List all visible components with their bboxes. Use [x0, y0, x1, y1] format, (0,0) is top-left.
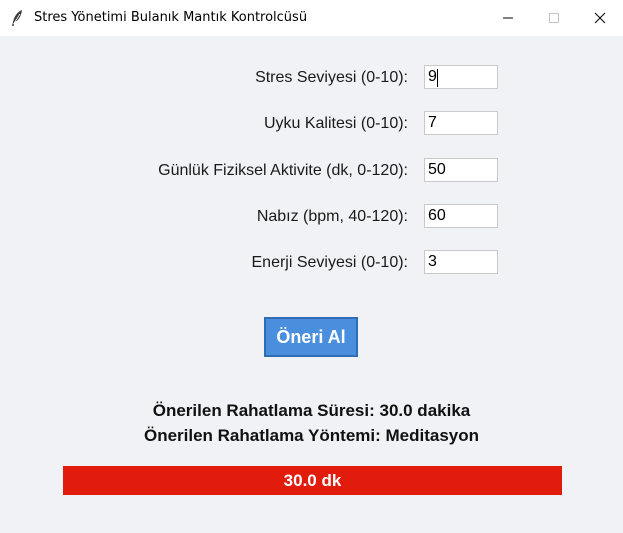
field-energy-level: Enerji Seviyesi (0-10):: [0, 250, 623, 276]
field-label: Günlük Fiziksel Aktivite (dk, 0-120):: [158, 162, 408, 179]
energy-level-input[interactable]: [424, 250, 498, 274]
maximize-button[interactable]: [531, 0, 577, 36]
main-panel: Stres Seviyesi (0-10): Uyku Kalitesi (0-…: [0, 36, 623, 533]
field-physical-activity: Günlük Fiziksel Aktivite (dk, 0-120):: [0, 158, 623, 184]
field-sleep-quality: Uyku Kalitesi (0-10):: [0, 111, 623, 137]
field-heart-rate: Nabız (bpm, 40-120):: [0, 204, 623, 230]
feather-icon: [9, 9, 25, 27]
recommended-method-text: Önerilen Rahatlama Yöntemi: Meditasyon: [143, 426, 480, 445]
sleep-quality-input[interactable]: [424, 111, 498, 135]
field-label: Stres Seviyesi (0-10):: [255, 69, 408, 86]
stress-level-input[interactable]: [424, 65, 498, 89]
heart-rate-input[interactable]: [424, 204, 498, 228]
close-button[interactable]: [577, 0, 623, 36]
physical-activity-input[interactable]: [424, 158, 498, 182]
minimize-icon: [502, 12, 514, 24]
duration-bar: 30.0 dk: [63, 466, 562, 495]
get-recommendation-button[interactable]: Öneri Al: [264, 317, 358, 357]
recommended-duration-text: Önerilen Rahatlama Süresi: 30.0 dakika: [152, 401, 471, 420]
field-label: Enerji Seviyesi (0-10):: [251, 254, 409, 271]
field-label: Uyku Kalitesi (0-10):: [263, 115, 408, 132]
duration-bar-label: 30.0 dk: [283, 470, 342, 490]
title-bar: Stres Yönetimi Bulanık Mantık Kontrolcüs…: [0, 0, 623, 36]
field-stress-level: Stres Seviyesi (0-10):: [0, 65, 623, 91]
text-caret: [437, 69, 438, 87]
maximize-icon: [548, 12, 560, 24]
window-title: Stres Yönetimi Bulanık Mantık Kontrolcüs…: [34, 10, 308, 25]
field-label: Nabız (bpm, 40-120):: [256, 208, 408, 225]
minimize-button[interactable]: [485, 0, 531, 36]
close-icon: [594, 12, 606, 24]
